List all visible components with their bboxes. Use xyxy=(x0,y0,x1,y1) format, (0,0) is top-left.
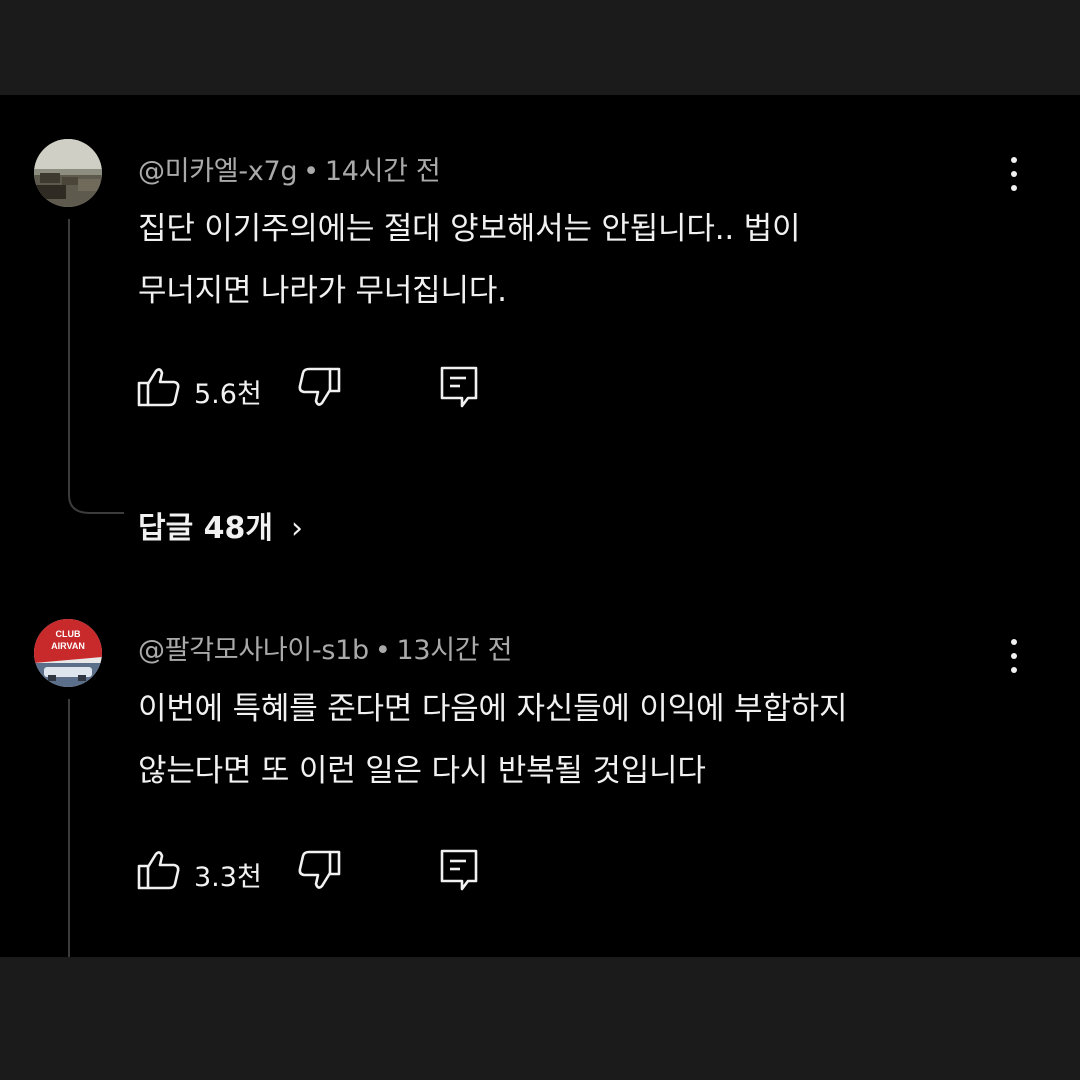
comment-line-1: 집단 이기주의에는 절대 양보해서는 안됩니다.. 법이 xyxy=(138,211,801,247)
thumbs-up-icon xyxy=(137,368,180,407)
like-button[interactable] xyxy=(136,847,182,897)
reply-comment-icon xyxy=(440,849,478,891)
chevron-right-icon: › xyxy=(291,511,303,546)
thread-line xyxy=(68,219,70,489)
badge-text-club: CLUB xyxy=(56,629,81,639)
dislike-button[interactable] xyxy=(296,847,342,897)
top-frame xyxy=(0,0,1080,95)
comment-meta: @미카엘-x7g • 14시간 전 xyxy=(138,149,441,188)
thread-curve xyxy=(68,487,124,514)
dislike-button[interactable] xyxy=(296,364,342,414)
reply-button[interactable] xyxy=(438,847,482,899)
comment-line-2: 않는다면 또 이런 일은 다시 반복될 것입니다 xyxy=(138,753,706,789)
author-name[interactable]: @미카엘-x7g xyxy=(138,156,297,187)
thumbs-down-icon xyxy=(298,850,341,889)
meta-separator: • xyxy=(374,635,391,666)
badge-text-airvan: AIRVAN xyxy=(51,641,85,651)
meta-separator: • xyxy=(303,156,319,187)
like-button[interactable] xyxy=(136,364,182,414)
landscape-avatar-icon[interactable] xyxy=(34,139,102,207)
replies-label: 답글 48개 xyxy=(138,511,273,546)
comments-screen: @미카엘-x7g • 14시간 전 집단 이기주의에는 절대 양보해서는 안됩니다.… xyxy=(0,95,1080,957)
thumbs-down-icon xyxy=(298,367,341,406)
comment-time: 13시간 전 xyxy=(396,635,513,666)
thread-line xyxy=(68,699,70,957)
thumbs-up-icon xyxy=(137,851,180,890)
comment-body: 이번에 특혜를 준다면 다음에 자신들에 이익에 부합하지 않는다면 또 이런 … xyxy=(138,678,998,802)
comment-line-1: 이번에 특혜를 준다면 다음에 자신들에 이익에 부합하지 xyxy=(138,691,848,727)
bottom-frame xyxy=(0,957,1080,1080)
more-options-icon[interactable] xyxy=(996,152,1032,196)
view-replies-button[interactable]: 답글 48개 › xyxy=(138,503,303,547)
comment-meta: @팔각모사나이-s1b • 13시간 전 xyxy=(138,628,512,667)
comment-line-2: 무너지면 나라가 무너집니다. xyxy=(138,273,507,309)
club-badge-avatar-icon[interactable]: CLUB AIRVAN xyxy=(34,619,102,687)
reply-comment-icon xyxy=(440,366,478,408)
comment-body: 집단 이기주의에는 절대 양보해서는 안됩니다.. 법이 무너지면 나라가 무너… xyxy=(138,198,998,322)
more-options-icon[interactable] xyxy=(996,634,1032,678)
reply-button[interactable] xyxy=(438,364,482,416)
comment-time: 14시간 전 xyxy=(324,156,441,187)
author-name[interactable]: @팔각모사나이-s1b xyxy=(138,635,369,666)
like-count: 5.6천 xyxy=(194,379,262,410)
like-count: 3.3천 xyxy=(194,862,262,893)
